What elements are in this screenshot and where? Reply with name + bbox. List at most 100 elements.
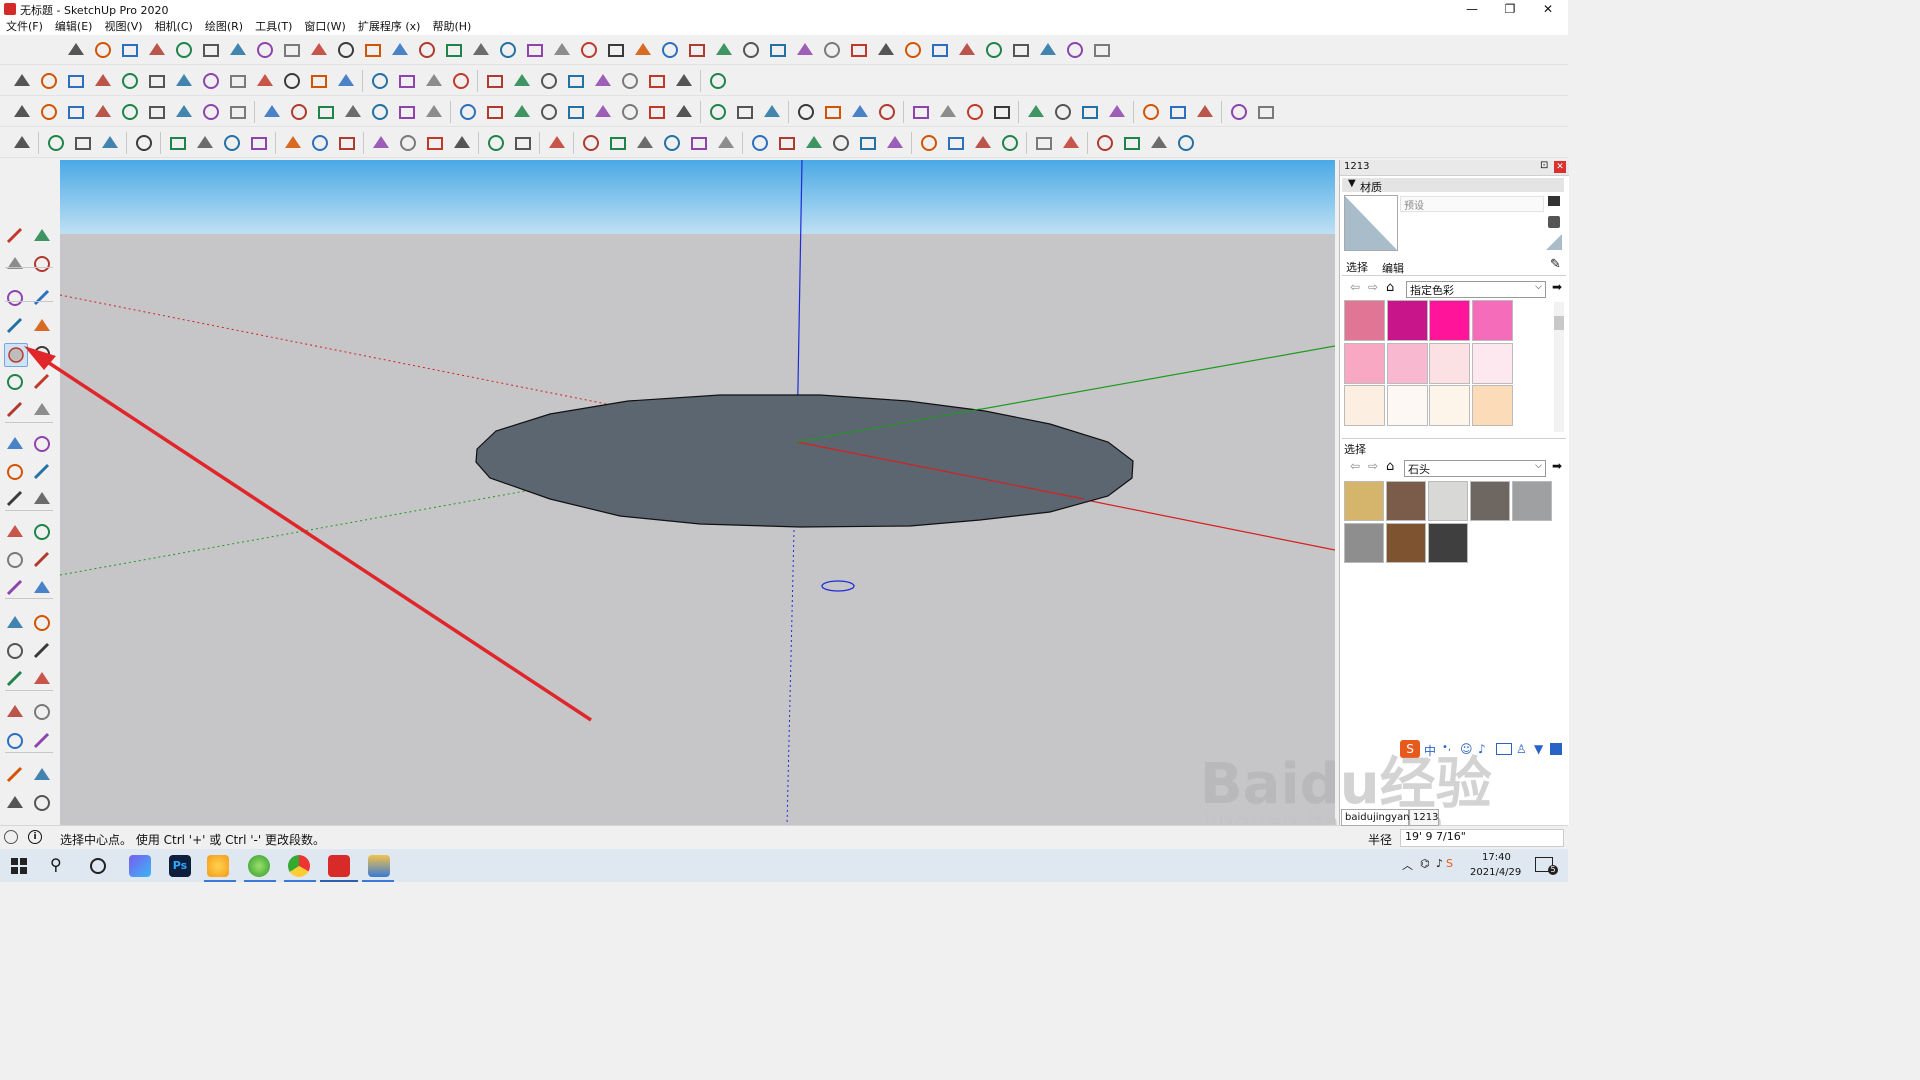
row4-tool-38-icon[interactable] — [1094, 132, 1116, 154]
row3-tool-25-icon[interactable] — [673, 101, 695, 123]
row4-tool-39-icon[interactable] — [1121, 132, 1143, 154]
row1-tool-16-icon[interactable] — [470, 39, 492, 61]
row4-tool-31-icon[interactable] — [884, 132, 906, 154]
row3-tool-1-icon[interactable] — [11, 101, 33, 123]
row4-tool-2-icon[interactable] — [45, 132, 67, 154]
row4-tool-35-icon[interactable] — [999, 132, 1021, 154]
display-secondary-icon[interactable] — [1548, 196, 1560, 206]
row1-tool-30-icon[interactable] — [848, 39, 870, 61]
left-tool-39-icon[interactable] — [4, 792, 26, 814]
row2-tool-15-icon[interactable] — [396, 70, 418, 92]
material-swatch[interactable] — [1386, 481, 1426, 521]
info-icon[interactable]: i — [28, 830, 42, 844]
row4-tool-26-icon[interactable] — [749, 132, 771, 154]
row1-tool-38-icon[interactable] — [1064, 39, 1086, 61]
network-icon[interactable]: ⌬ — [1420, 857, 1430, 870]
row2-tool-7-icon[interactable] — [173, 70, 195, 92]
row1-tool-3-icon[interactable] — [119, 39, 141, 61]
row3-tool-43-icon[interactable] — [1194, 101, 1216, 123]
row1-tool-1-icon[interactable] — [65, 39, 87, 61]
material-swatch[interactable] — [1470, 481, 1510, 521]
row3-tool-29-icon[interactable] — [795, 101, 817, 123]
material-swatch[interactable] — [1512, 481, 1552, 521]
row4-tool-13-icon[interactable] — [370, 132, 392, 154]
details-arrow-icon[interactable]: ➡ — [1552, 280, 1562, 294]
row3-tool-40-icon[interactable] — [1106, 101, 1128, 123]
tab-edit[interactable]: 编辑 — [1382, 260, 1404, 276]
row1-tool-8-icon[interactable] — [254, 39, 276, 61]
row3-tool-37-icon[interactable] — [1025, 101, 1047, 123]
row3-tool-12-icon[interactable] — [315, 101, 337, 123]
row1-tool-7-icon[interactable] — [227, 39, 249, 61]
row4-tool-15-icon[interactable] — [424, 132, 446, 154]
sample-paint-icon[interactable]: ✎ — [1550, 257, 1561, 272]
row1-tool-17-icon[interactable] — [497, 39, 519, 61]
row3-tool-33-icon[interactable] — [910, 101, 932, 123]
collapse-triangle-icon[interactable]: ▼ — [1348, 178, 1356, 189]
row4-tool-27-icon[interactable] — [776, 132, 798, 154]
material-swatch[interactable] — [1471, 300, 1513, 341]
material-swatch[interactable] — [1344, 300, 1385, 341]
row1-tool-39-icon[interactable] — [1091, 39, 1113, 61]
material-swatch[interactable] — [1429, 342, 1470, 384]
library-dropdown-2[interactable]: 石头 ⌵ — [1404, 460, 1546, 477]
tray-tab-1213[interactable]: 1213 — [1409, 809, 1439, 826]
row2-tool-8-icon[interactable] — [200, 70, 222, 92]
create-material-icon[interactable] — [1548, 216, 1560, 228]
row3-tool-14-icon[interactable] — [369, 101, 391, 123]
row3-tool-17-icon[interactable] — [457, 101, 479, 123]
library-dropdown-1[interactable]: 指定色彩 ⌵ — [1406, 281, 1546, 298]
row3-tool-10-icon[interactable] — [261, 101, 283, 123]
row4-tool-40-icon[interactable] — [1148, 132, 1170, 154]
row4-tool-29-icon[interactable] — [830, 132, 852, 154]
material-swatch[interactable] — [1344, 385, 1385, 426]
row1-tool-22-icon[interactable] — [632, 39, 654, 61]
menu-tools[interactable]: 工具(T) — [249, 18, 298, 35]
row1-tool-37-icon[interactable] — [1037, 39, 1059, 61]
sogou-tray-icon[interactable]: S — [1446, 857, 1453, 870]
row3-tool-26-icon[interactable] — [707, 101, 729, 123]
menu-camera[interactable]: 相机(C) — [149, 18, 199, 35]
row2-tool-26-icon[interactable] — [707, 70, 729, 92]
row4-tool-30-icon[interactable] — [857, 132, 879, 154]
volume-icon[interactable]: ♪ — [1436, 857, 1443, 870]
row1-tool-31-icon[interactable] — [875, 39, 897, 61]
menu-window[interactable]: 窗口(W) — [298, 18, 351, 35]
material-swatch[interactable] — [1428, 523, 1468, 563]
row1-tool-21-icon[interactable] — [605, 39, 627, 61]
row4-tool-22-icon[interactable] — [634, 132, 656, 154]
menu-help[interactable]: 帮助(H) — [426, 18, 477, 35]
clock-time[interactable]: 17:40 — [1482, 852, 1511, 863]
row1-tool-23-icon[interactable] — [659, 39, 681, 61]
material-swatch[interactable] — [1386, 300, 1428, 341]
row3-tool-36-icon[interactable] — [991, 101, 1013, 123]
row1-tool-9-icon[interactable] — [281, 39, 303, 61]
search-icon[interactable]: ⚲ — [50, 855, 62, 874]
row1-tool-28-icon[interactable] — [794, 39, 816, 61]
row3-tool-3-icon[interactable] — [65, 101, 87, 123]
row2-tool-23-icon[interactable] — [619, 70, 641, 92]
row4-tool-8-icon[interactable] — [221, 132, 243, 154]
row4-tool-33-icon[interactable] — [945, 132, 967, 154]
row3-tool-27-icon[interactable] — [734, 101, 756, 123]
row1-tool-20-icon[interactable] — [578, 39, 600, 61]
row2-tool-17-icon[interactable] — [450, 70, 472, 92]
row4-tool-21-icon[interactable] — [607, 132, 629, 154]
row2-tool-22-icon[interactable] — [592, 70, 614, 92]
row1-tool-33-icon[interactable] — [929, 39, 951, 61]
row4-tool-36-icon[interactable] — [1033, 132, 1055, 154]
browser-360-icon[interactable] — [248, 855, 270, 877]
row4-tool-24-icon[interactable] — [688, 132, 710, 154]
row2-tool-9-icon[interactable] — [227, 70, 249, 92]
cortana-icon[interactable] — [90, 858, 106, 874]
row4-tool-23-icon[interactable] — [661, 132, 683, 154]
row3-tool-23-icon[interactable] — [619, 101, 641, 123]
row4-tool-37-icon[interactable] — [1060, 132, 1082, 154]
row1-tool-4-icon[interactable] — [146, 39, 168, 61]
menu-extensions[interactable]: 扩展程序 (x) — [352, 18, 427, 35]
row1-tool-29-icon[interactable] — [821, 39, 843, 61]
row2-tool-5-icon[interactable] — [119, 70, 141, 92]
row1-tool-13-icon[interactable] — [389, 39, 411, 61]
row4-tool-18-icon[interactable] — [512, 132, 534, 154]
material-swatch[interactable] — [1471, 342, 1513, 384]
